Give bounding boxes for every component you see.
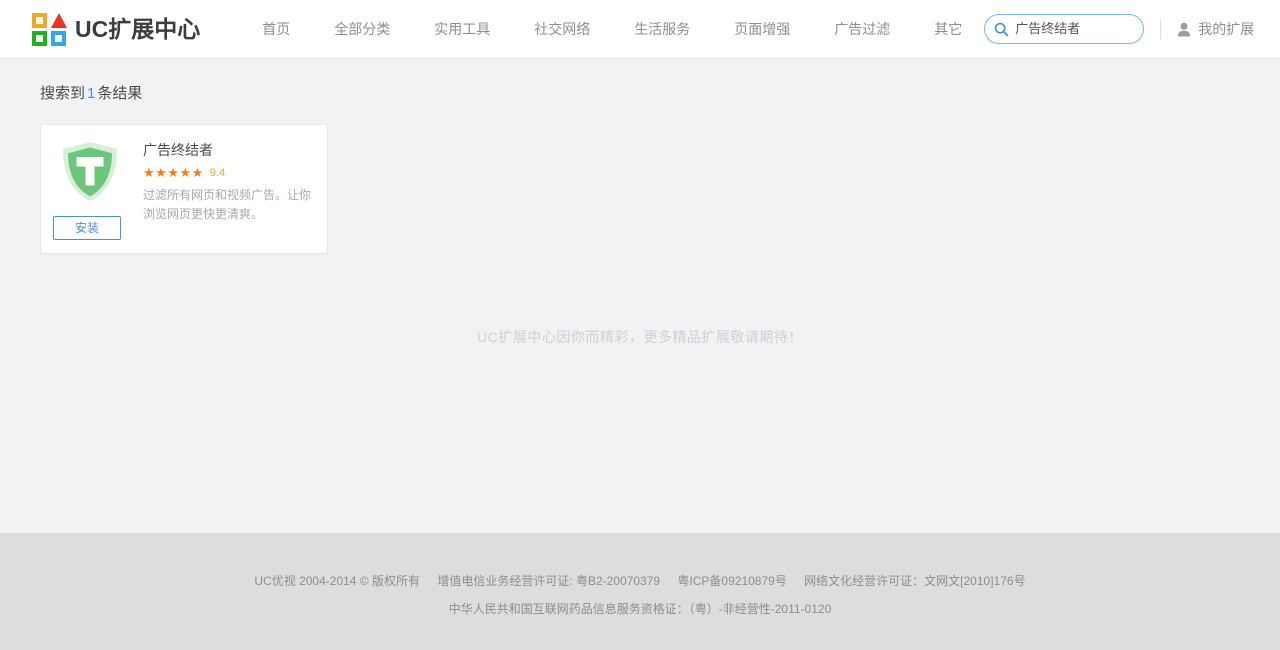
logo-square-green [32,31,47,46]
extension-description: 过滤所有网页和视频广告。让你浏览网页更快更清爽。 [143,188,312,221]
extension-rating: ★★★★★ 9.4 [143,166,311,180]
footer-line-2: 中华人民共和国互联网药品信息服务资格证：（粤）-非经营性-2011-0120 [0,595,1280,623]
nav-item-ad-filter[interactable]: 广告过滤 [812,19,912,39]
results-suffix: 条结果 [97,85,143,102]
nav-item-life-services[interactable]: 生活服务 [612,19,712,39]
extension-card-grid: 安装 广告终结者 ★★★★★ 9.4 过滤所有网页和视频广告。让你浏览网页更快更… [0,105,1280,254]
logo-triangle-red [51,13,67,28]
site-header: UC扩展中心 首页 全部分类 实用工具 社交网络 生活服务 页面增强 广告过滤 … [0,0,1280,59]
empty-state-tagline: UC扩展中心因你而精彩，更多精品扩展敬请期待！ [477,329,803,345]
search-icon [995,22,1009,36]
brand-logo-link[interactable]: UC扩展中心 [32,12,200,46]
nav-item-home[interactable]: 首页 [240,19,312,39]
nav-item-page-enhance[interactable]: 页面增强 [712,19,812,39]
footer-culture-license: 网络文化经营许可证：文网文[2010]176号 [804,574,1026,588]
search-results-heading: 搜索到 1 条结果 [0,59,1280,105]
extension-title[interactable]: 广告终结者 [143,141,311,159]
footer-copyright: UC优视 2004-2014 © 版权所有 [254,574,420,588]
brand-title: UC扩展中心 [75,15,201,42]
results-prefix: 搜索到 [40,85,86,102]
my-extensions-label: 我的扩展 [1198,21,1255,37]
header-right-group: 我的扩展 [984,14,1254,44]
uc-logo-icon [32,12,68,46]
search-input[interactable] [1015,20,1134,38]
nav-item-all-categories[interactable]: 全部分类 [312,19,412,39]
primary-nav: 首页 全部分类 实用工具 社交网络 生活服务 页面增强 广告过滤 其它 [240,19,984,39]
rating-score: 9.4 [209,167,226,179]
my-extensions-link[interactable]: 我的扩展 [1177,19,1254,39]
shield-t-icon [63,142,117,201]
extension-icon-column: 安装 [53,139,131,253]
footer-telecom-license: 增值电信业务经营许可证: 粤B2-20070379 [437,574,661,588]
nav-item-other[interactable]: 其它 [912,19,984,39]
install-button[interactable]: 安装 [53,216,121,240]
search-box[interactable] [984,14,1145,44]
logo-square-orange [32,13,47,28]
site-footer: UC优视 2004-2014 © 版权所有 增值电信业务经营许可证: 粤B2-2… [0,533,1280,650]
extension-card[interactable]: 安装 广告终结者 ★★★★★ 9.4 过滤所有网页和视频广告。让你浏览网页更快更… [40,124,328,254]
star-rating-icon: ★★★★★ [143,165,204,180]
nav-item-social[interactable]: 社交网络 [512,19,612,39]
extension-info: 广告终结者 ★★★★★ 9.4 过滤所有网页和视频广告。让你浏览网页更快更清爽。 [131,139,311,253]
logo-square-blue [51,31,66,46]
nav-item-tools[interactable]: 实用工具 [412,19,512,39]
footer-icp-number: 粤ICP备09210879号 [677,574,787,588]
main-content: 搜索到 1 条结果 安装 广告终结者 ★★★★★ 9.4 过滤所有网页和视频广告。让… [0,59,1280,533]
results-count: 1 [87,85,96,102]
header-divider [1160,19,1162,39]
footer-line-1: UC优视 2004-2014 © 版权所有 增值电信业务经营许可证: 粤B2-2… [0,567,1280,595]
user-icon [1178,22,1191,36]
footer-drug-info-license: 中华人民共和国互联网药品信息服务资格证：（粤）-非经营性-2011-0120 [448,602,832,616]
